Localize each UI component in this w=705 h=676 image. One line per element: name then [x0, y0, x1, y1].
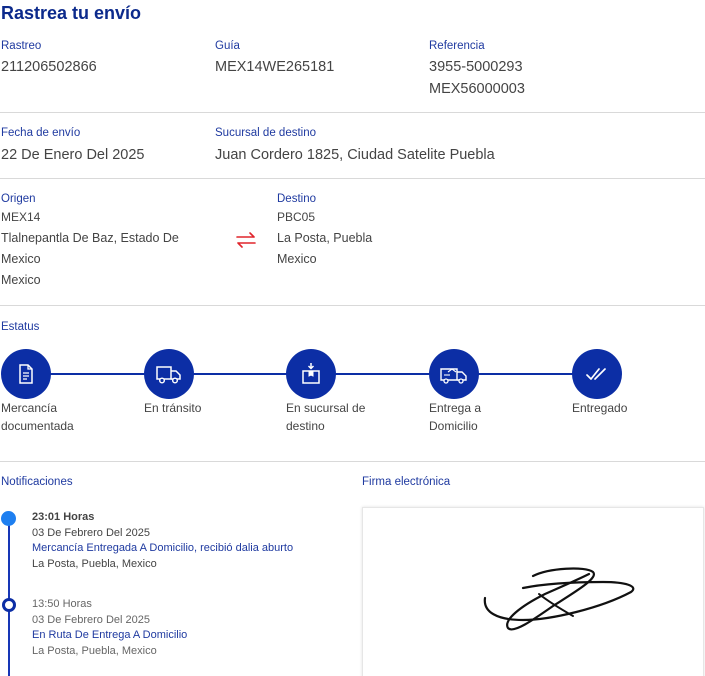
timeline-dot-current: [1, 511, 16, 526]
status-label: Estatus: [1, 321, 40, 333]
sucursal-value: Juan Cordero 1825, Ciudad Satelite Puebl…: [215, 147, 495, 163]
notification-date: 03 De Febrero Del 2025: [32, 613, 151, 626]
guia-label: Guía: [215, 40, 240, 52]
guia-value: MEX14WE265181: [215, 59, 335, 75]
step-label-sucursal: En sucursal de destino: [286, 401, 366, 433]
origin-line-2: Mexico: [1, 252, 41, 266]
notifications-label: Notificaciones: [1, 476, 73, 488]
origin-label: Origen: [1, 193, 36, 205]
signature-box: [362, 507, 704, 676]
notification-event: Mercancía Entregada A Domicilio, recibió…: [32, 542, 294, 554]
truck-icon: [156, 366, 181, 384]
notification-place: La Posta, Puebla, Mexico: [32, 644, 157, 657]
page-title: Rastrea tu envío: [1, 3, 142, 23]
referencia-label: Referencia: [429, 40, 485, 52]
notification-date: 03 De Febrero Del 2025: [32, 526, 151, 539]
step-sucursal: [286, 349, 336, 399]
origin-code: MEX14: [1, 210, 41, 224]
divider: [0, 305, 705, 306]
timeline-dot: [2, 598, 16, 612]
rastreo-label: Rastreo: [1, 40, 42, 52]
divider: [0, 178, 705, 179]
notification-item: 23:01 Horas 03 De Febrero Del 2025 Merca…: [32, 510, 293, 572]
destination-code: PBC05: [277, 210, 316, 224]
step-entrega: [429, 349, 479, 399]
double-check-icon: [586, 368, 606, 380]
document-icon: [19, 364, 33, 384]
origin-line-3: Mexico: [1, 273, 41, 287]
step-entregado: [572, 349, 622, 399]
notification-event: En Ruta De Entrega A Domicilio: [32, 629, 188, 641]
step-transito: [144, 349, 194, 399]
destination-line-1: La Posta, Puebla: [277, 231, 373, 245]
referencia-value-1: 3955-5000293: [429, 59, 523, 75]
delivery-van-icon: [440, 368, 467, 384]
signature-image: [483, 567, 635, 631]
step-label-transito: En tránsito: [144, 401, 202, 415]
notification-item: 13:50 Horas 03 De Febrero Del 2025 En Ru…: [32, 597, 187, 659]
step-label-entrega: Entrega a Domicilio: [429, 401, 482, 433]
divider: [0, 461, 705, 462]
fecha-label: Fecha de envío: [1, 127, 81, 139]
notification-time: 13:50 Horas: [32, 598, 92, 610]
package-icon: [302, 363, 320, 384]
signature-label: Firma electrónica: [362, 476, 451, 488]
step-label-documentada: Mercancía documentada: [1, 401, 74, 433]
destination-label: Destino: [277, 193, 316, 205]
rastreo-value: 211206502866: [1, 59, 97, 75]
step-label-entregado: Entregado: [572, 401, 628, 415]
fecha-value: 22 De Enero Del 2025: [1, 147, 145, 163]
step-documentada: [1, 349, 51, 399]
sucursal-label: Sucursal de destino: [215, 127, 317, 139]
swap-arrows-icon: [236, 232, 256, 248]
origin-line-1: Tlalnepantla De Baz, Estado De: [1, 231, 179, 245]
divider: [0, 112, 705, 113]
notification-place: La Posta, Puebla, Mexico: [32, 557, 157, 570]
notification-time: 23:01 Horas: [32, 511, 95, 523]
referencia-value-2: MEX56000003: [429, 81, 525, 97]
destination-line-2: Mexico: [277, 252, 317, 266]
